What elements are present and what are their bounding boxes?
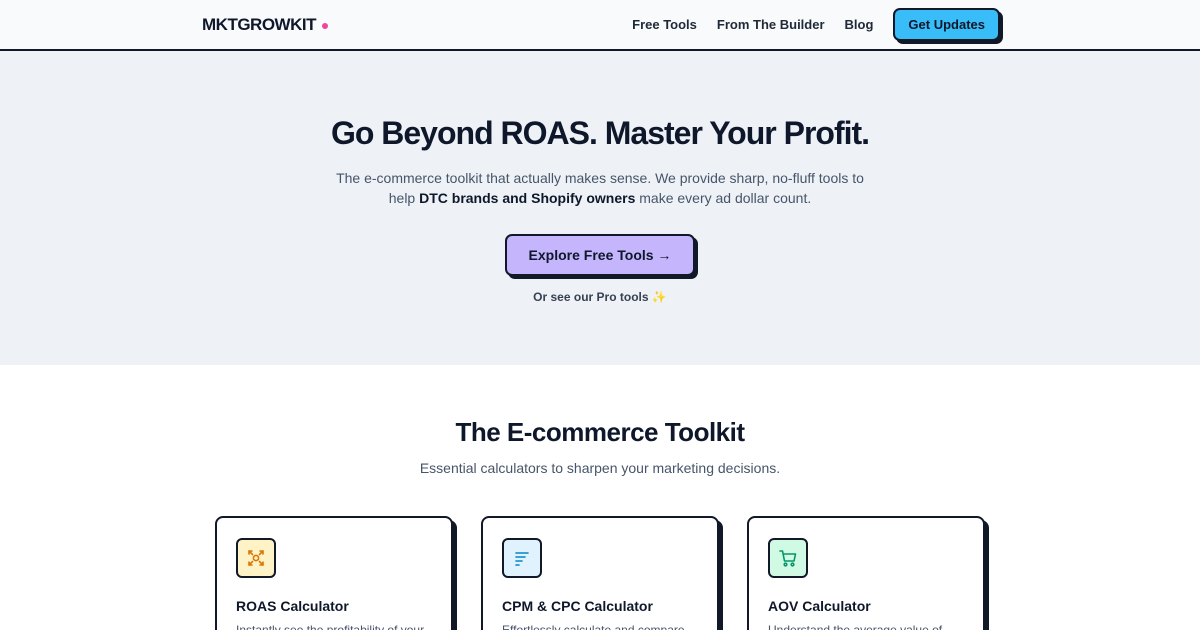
roas-target-icon bbox=[236, 538, 276, 578]
hero-section: Go Beyond ROAS. Master Your Profit. The … bbox=[0, 51, 1200, 365]
hero-subtitle-bold: DTC brands and Shopify owners bbox=[419, 190, 636, 206]
card-description: Understand the average value of bbox=[768, 623, 943, 630]
hero-subtitle-pre: help bbox=[388, 190, 420, 206]
nav-free-tools[interactable]: Free Tools bbox=[632, 17, 697, 32]
card-description: Instantly see the profitability of your bbox=[236, 623, 425, 630]
card-aov-calculator[interactable]: AOV Calculator Understand the average va… bbox=[747, 516, 985, 630]
hero-subtitle-line1: The e-commerce toolkit that actually mak… bbox=[336, 170, 864, 186]
hero-title: Go Beyond ROAS. Master Your Profit. bbox=[330, 115, 870, 151]
nav-from-the-builder[interactable]: From The Builder bbox=[717, 17, 825, 32]
main-nav: Free Tools From The Builder Blog Get Upd… bbox=[632, 8, 1000, 41]
hero-subtitle: The e-commerce toolkit that actually mak… bbox=[320, 168, 880, 208]
card-title: AOV Calculator bbox=[768, 598, 871, 614]
explore-free-tools-button[interactable]: Explore Free Tools → bbox=[504, 234, 696, 276]
bars-text-icon bbox=[502, 538, 542, 578]
card-roas-calculator[interactable]: ROAS Calculator Instantly see the profit… bbox=[215, 516, 453, 630]
sparkle-icon: ✨ bbox=[651, 290, 667, 304]
logo-dot bbox=[321, 22, 328, 29]
pro-tools-link[interactable]: Or see our Pro tools ✨ bbox=[0, 290, 1200, 304]
toolkit-section: The E-commerce Toolkit Essential calcula… bbox=[0, 365, 1200, 630]
site-header: MKTGROWKIT Free Tools From The Builder B… bbox=[0, 0, 1200, 51]
logo-text: MKTGROWKIT bbox=[202, 14, 316, 34]
get-updates-button[interactable]: Get Updates bbox=[893, 8, 1000, 41]
logo[interactable]: MKTGROWKIT bbox=[202, 15, 328, 35]
card-title: ROAS Calculator bbox=[236, 598, 349, 614]
shopping-cart-icon bbox=[768, 538, 808, 578]
nav-blog[interactable]: Blog bbox=[845, 17, 874, 32]
tool-cards: ROAS Calculator Instantly see the profit… bbox=[0, 516, 1200, 630]
toolkit-title: The E-commerce Toolkit bbox=[455, 417, 745, 447]
hero-subtitle-post: make every ad dollar count. bbox=[635, 190, 812, 206]
card-description: Effortlessly calculate and compare bbox=[502, 623, 685, 630]
card-cpm-cpc-calculator[interactable]: CPM & CPC Calculator Effortlessly calcul… bbox=[481, 516, 719, 630]
card-title: CPM & CPC Calculator bbox=[502, 598, 653, 614]
pro-tools-link-label: Or see our Pro tools bbox=[533, 290, 649, 304]
toolkit-subtitle: Essential calculators to sharpen your ma… bbox=[419, 460, 781, 476]
